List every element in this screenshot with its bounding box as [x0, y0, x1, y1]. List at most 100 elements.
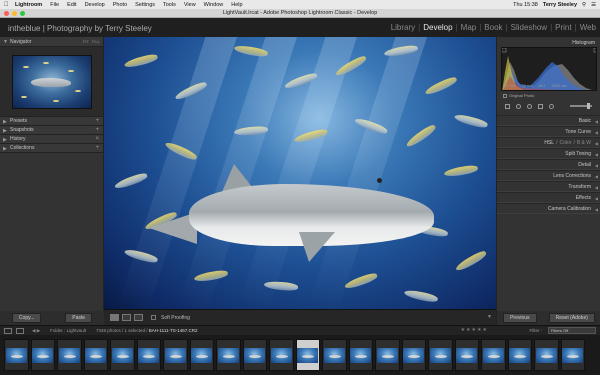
- develop-photo-view[interactable]: [104, 37, 496, 309]
- toolbar-menu-icon[interactable]: ▼: [487, 314, 492, 320]
- add-preset-icon[interactable]: +: [95, 118, 99, 124]
- original-photo-toggle[interactable]: Original Photo: [503, 93, 534, 98]
- section-basic[interactable]: Basic ◀: [497, 115, 600, 126]
- module-library[interactable]: Library: [391, 23, 415, 32]
- color-tab[interactable]: Color: [559, 140, 571, 146]
- filmstrip-thumbnail[interactable]: [189, 339, 214, 371]
- minimize-window-button[interactable]: [12, 11, 17, 16]
- filmstrip-thumbnail[interactable]: [163, 339, 188, 371]
- filmstrip-thumbnail[interactable]: [322, 339, 347, 371]
- bw-tab[interactable]: B & W: [577, 140, 591, 146]
- graduated-filter-icon[interactable]: [538, 103, 543, 109]
- filmstrip-thumbnail[interactable]: [481, 339, 506, 371]
- menu-develop[interactable]: Develop: [85, 2, 105, 8]
- section-lens-corrections[interactable]: Lens Corrections ◀: [497, 170, 600, 181]
- menu-list-icon[interactable]: ☰: [591, 2, 596, 8]
- navigator-thumbnail[interactable]: [11, 54, 92, 109]
- module-web[interactable]: Web: [580, 23, 596, 32]
- zoom-window-button[interactable]: [20, 11, 25, 16]
- menu-edit[interactable]: Edit: [67, 2, 76, 8]
- filmstrip-thumbnail[interactable]: [136, 339, 161, 371]
- spot-removal-icon[interactable]: [516, 103, 521, 109]
- rating-filter-stars[interactable]: ★★★★★: [461, 327, 488, 333]
- filmstrip-thumbnail[interactable]: [242, 339, 267, 371]
- navigator-header[interactable]: ▼ Navigator FIT FILL: [0, 37, 103, 47]
- thumbnail-image: [217, 347, 239, 363]
- presets-header[interactable]: ▶ Presets +: [0, 117, 103, 126]
- filmstrip-thumbnail[interactable]: [560, 339, 585, 371]
- crop-tool-icon[interactable]: [505, 103, 510, 109]
- section-split-toning[interactable]: Split Toning ◀: [497, 148, 600, 159]
- section-transform[interactable]: Transform ◀: [497, 181, 600, 192]
- filmstrip-thumbnail[interactable]: [401, 339, 426, 371]
- collections-header[interactable]: ▶ Collections +: [0, 144, 103, 153]
- filmstrip-thumbnail[interactable]: [507, 339, 532, 371]
- menu-help[interactable]: Help: [231, 2, 242, 8]
- filter-select[interactable]: Filters Off: [548, 327, 596, 334]
- section-camera-calibration[interactable]: Camera Calibration ◀: [497, 203, 600, 214]
- filmstrip-thumbnail[interactable]: [428, 339, 453, 371]
- navigator-preview[interactable]: [0, 47, 103, 117]
- section-detail[interactable]: Detail ◀: [497, 159, 600, 170]
- filmstrip-thumbnail[interactable]: [454, 339, 479, 371]
- navigator-fit-option[interactable]: FIT: [83, 39, 89, 44]
- menu-tools[interactable]: Tools: [163, 2, 176, 8]
- menu-app-name[interactable]: Lightroom: [15, 2, 42, 8]
- section-tone-curve[interactable]: Tone Curve ◀: [497, 126, 600, 137]
- search-icon[interactable]: ⚲: [582, 2, 586, 8]
- module-print[interactable]: Print: [555, 23, 571, 32]
- filmstrip-thumbnail[interactable]: [110, 339, 135, 371]
- module-book[interactable]: Book: [484, 23, 502, 32]
- second-window-icon[interactable]: [4, 327, 12, 334]
- section-hsl-color-bw[interactable]: HSL / Color / B & W ◀: [497, 137, 600, 148]
- add-collection-icon[interactable]: +: [95, 145, 99, 151]
- filmstrip-thumbnail[interactable]: [4, 339, 29, 371]
- navigator-fill-option[interactable]: FILL: [92, 39, 100, 44]
- clear-history-icon[interactable]: ×: [95, 136, 99, 142]
- menu-settings[interactable]: Settings: [135, 2, 155, 8]
- previous-settings-button[interactable]: Previous: [503, 313, 537, 323]
- module-map[interactable]: Map: [461, 23, 477, 32]
- grid-view-icon[interactable]: [16, 327, 24, 334]
- filmstrip-source[interactable]: Folder : Lightvault: [50, 328, 86, 333]
- filmstrip-thumbnail[interactable]: [269, 339, 294, 371]
- filmstrip-thumbnail[interactable]: [375, 339, 400, 371]
- menu-photo[interactable]: Photo: [113, 2, 127, 8]
- before-after-view-icon[interactable]: [122, 314, 131, 321]
- filmstrip-thumbnail[interactable]: [83, 339, 108, 371]
- red-eye-icon[interactable]: [527, 103, 532, 109]
- module-slideshow[interactable]: Slideshow: [511, 23, 547, 32]
- filmstrip-thumbnail[interactable]: [216, 339, 241, 371]
- copy-settings-button[interactable]: Copy...: [11, 313, 42, 323]
- histogram-header[interactable]: Histogram: [497, 37, 600, 47]
- filmstrip-thumbnail[interactable]: [295, 339, 320, 371]
- clock[interactable]: Thu 15:38: [513, 2, 538, 8]
- reset-button[interactable]: Reset (Adobe): [548, 313, 595, 323]
- user-name[interactable]: Terry Steeley: [543, 2, 577, 8]
- menu-file[interactable]: File: [50, 2, 59, 8]
- radial-filter-icon[interactable]: [549, 103, 554, 109]
- module-develop[interactable]: Develop: [423, 23, 452, 32]
- thumbnail-image: [244, 347, 266, 363]
- apple-menu-icon[interactable]: : [4, 2, 10, 8]
- back-forward-arrows-icon[interactable]: ◀ ▶: [32, 328, 40, 334]
- left-panel-footer: Copy... Paste: [0, 311, 104, 325]
- add-snapshot-icon[interactable]: +: [95, 127, 99, 133]
- snapshots-header[interactable]: ▶ Snapshots +: [0, 126, 103, 135]
- menu-view[interactable]: View: [184, 2, 196, 8]
- adjustment-brush-slider[interactable]: [570, 103, 592, 109]
- hsl-tab[interactable]: HSL: [544, 140, 554, 146]
- menu-window[interactable]: Window: [204, 2, 224, 8]
- filmstrip-thumbnail[interactable]: [30, 339, 55, 371]
- loupe-view-icon[interactable]: [110, 314, 119, 321]
- filmstrip-thumbnail[interactable]: [57, 339, 82, 371]
- filmstrip-thumbnail[interactable]: [534, 339, 559, 371]
- soft-proofing-checkbox[interactable]: [151, 315, 156, 320]
- history-header[interactable]: ▶ History ×: [0, 135, 103, 144]
- before-after-swap-icon[interactable]: [134, 314, 143, 321]
- paste-settings-button[interactable]: Paste: [65, 313, 93, 323]
- original-photo-checkbox[interactable]: [503, 93, 507, 98]
- filmstrip-thumbnail[interactable]: [348, 339, 373, 371]
- close-window-button[interactable]: [4, 11, 9, 16]
- section-effects[interactable]: Effects ◀: [497, 192, 600, 203]
